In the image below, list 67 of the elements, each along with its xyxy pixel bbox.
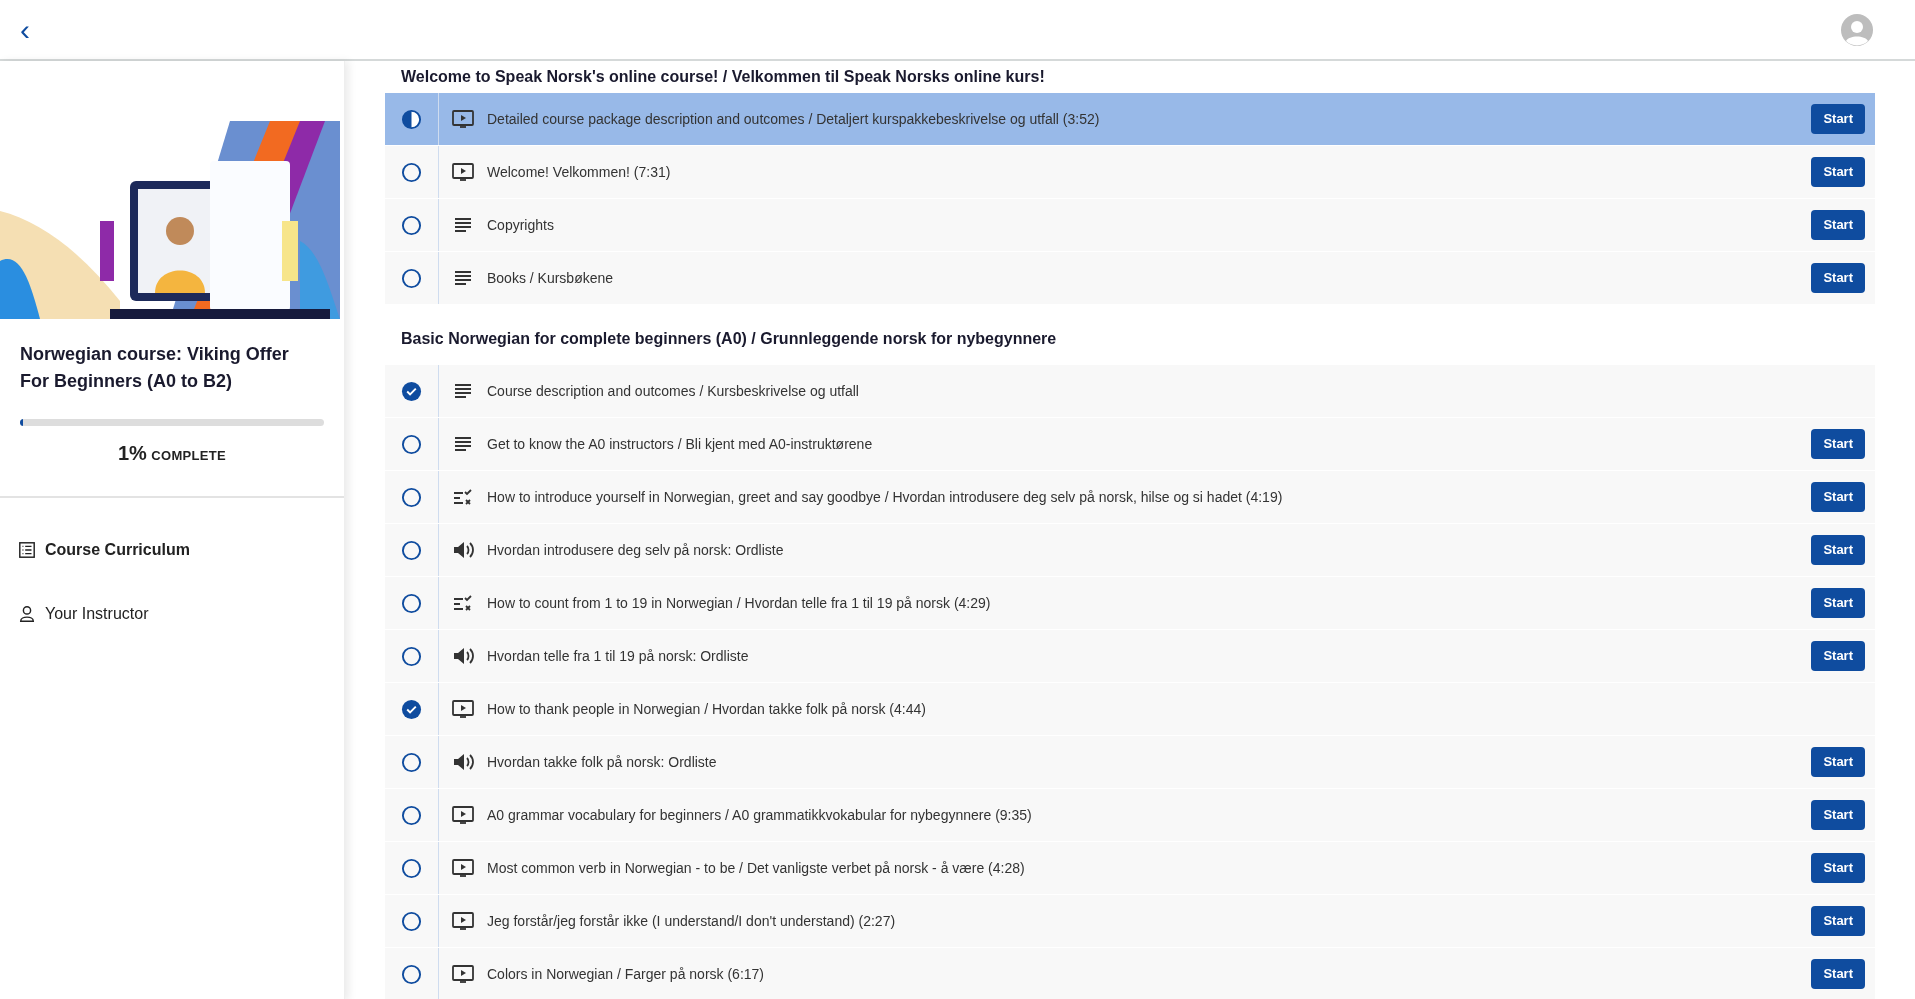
lecture-row[interactable]: Colors in Norwegian / Farger på norsk (6:17) Start — [385, 948, 1875, 999]
start-button[interactable]: Start — [1811, 906, 1865, 936]
speaker-icon — [451, 751, 475, 773]
lecture-title: Detailed course package description and outcomes / Detaljert kurspakkebeskrivelse og utfall (3:52) — [487, 109, 1101, 129]
video-icon — [451, 857, 475, 879]
lecture-row[interactable]: Get to know the A0 instructors / Bli kjent med A0-instruktørene Start — [385, 418, 1875, 471]
lecture-title: Get to know the A0 instructors / Bli kjent med A0-instruktørene — [487, 434, 874, 454]
start-button[interactable]: Start — [1811, 482, 1865, 512]
lecture-row[interactable]: Course description and outcomes / Kursbeskrivelse og utfall — [385, 365, 1875, 418]
person-icon — [18, 605, 36, 623]
lecture-title: A0 grammar vocabulary for beginners / A0 grammatikkvokabular for nybegynnere (9:35) — [487, 805, 1033, 825]
start-button[interactable]: Start — [1811, 263, 1865, 293]
lecture-row[interactable]: Hvordan telle fra 1 til 19 på norsk: Ordliste Start — [385, 630, 1875, 683]
lecture-title: Hvordan introdusere deg selv på norsk: Ordliste — [487, 540, 785, 560]
video-icon — [451, 108, 475, 130]
start-button[interactable]: Start — [1811, 535, 1865, 565]
lecture-title: Welcome! Velkommen! (7:31) — [487, 162, 672, 182]
course-title: Norwegian course: Viking Offer For Beginners (A0 to B2) — [19, 343, 290, 393]
lecture-title: Books / Kursbøkene — [487, 268, 615, 288]
video-icon — [451, 161, 475, 183]
lecture-row[interactable]: How to thank people in Norwegian / Hvordan takke folk på norsk (4:44) — [385, 683, 1875, 736]
lecture-row[interactable]: A0 grammar vocabulary for beginners / A0 grammatikkvokabular for nybegynnere (9:35) Start — [385, 789, 1875, 842]
start-button[interactable]: Start — [1811, 853, 1865, 883]
lecture-row[interactable]: Most common verb in Norwegian - to be / Det vanligste verbet på norsk - å være (4:28) Start — [385, 842, 1875, 895]
lecture-row[interactable]: Welcome! Velkommen! (7:31) Start — [385, 146, 1875, 199]
speaker-icon — [451, 645, 475, 667]
sidebar-nav-link[interactable]: Course Curriculum — [0, 538, 344, 562]
lecture-row[interactable]: Copyrights Start — [385, 199, 1875, 252]
lecture-title: Hvordan takke folk på norsk: Ordliste — [487, 752, 718, 772]
video-icon — [451, 910, 475, 932]
start-button[interactable]: Start — [1811, 588, 1865, 618]
lecture-row[interactable]: Books / Kursbøkene Start — [385, 252, 1875, 305]
section-title: Welcome to Speak Norsk's online course! / Velkommen til Speak Norsks online kurs! — [400, 67, 1046, 87]
progress-label: COMPLETE — [151, 448, 226, 463]
lecture-title: Course description and outcomes / Kursbeskrivelse og utfall — [487, 381, 860, 401]
lecture-row[interactable]: Hvordan introdusere deg selv på norsk: Ordliste Start — [385, 524, 1875, 577]
lecture-title: Jeg forstår/jeg forstår ikke (I understand/I don't understand) (2:27) — [487, 911, 897, 931]
start-button[interactable]: Start — [1811, 800, 1865, 830]
start-button[interactable]: Start — [1811, 429, 1865, 459]
lecture-title: How to introduce yourself in Norwegian, greet and say goodbye / Hvordan introdusere deg selv på norsk, hilse og si hadet (4:19) — [487, 487, 1284, 507]
progress-percent: 1% — [118, 442, 147, 464]
sidebar-nav-link[interactable]: Your Instructor — [0, 602, 344, 626]
video-icon — [451, 804, 475, 826]
back-link[interactable]: ‹ — [16, 14, 34, 45]
start-button[interactable]: Start — [1811, 641, 1865, 671]
lecture-row[interactable]: Jeg forstår/jeg forstår ikke (I understand/I don't understand) (2:27) Start — [385, 895, 1875, 948]
video-icon — [451, 698, 475, 720]
lecture-title: Most common verb in Norwegian - to be / Det vanligste verbet på norsk - å være (4:28) — [487, 858, 1026, 878]
curriculum-icon — [18, 541, 36, 559]
start-button[interactable]: Start — [1811, 104, 1865, 134]
lecture-row[interactable]: Hvordan takke folk på norsk: Ordliste Start — [385, 736, 1875, 789]
start-button[interactable]: Start — [1811, 157, 1865, 187]
speaker-icon — [451, 539, 475, 561]
lecture-title: Hvordan telle fra 1 til 19 på norsk: Ordliste — [487, 646, 750, 666]
start-button[interactable]: Start — [1811, 959, 1865, 989]
lecture-row[interactable]: Detailed course package description and outcomes / Detaljert kurspakkebeskrivelse og utfall (3:52) Start — [385, 93, 1875, 146]
lecture-row[interactable]: How to count from 1 to 19 in Norwegian / Hvordan telle fra 1 til 19 på norsk (4:29) Start — [385, 577, 1875, 630]
section-title: Basic Norwegian for complete beginners (A0) / Grunnleggende norsk for nybegynnere — [400, 329, 1058, 349]
start-button[interactable]: Start — [1811, 210, 1865, 240]
lecture-title: Copyrights — [487, 215, 555, 235]
lecture-title: How to count from 1 to 19 in Norwegian / Hvordan telle fra 1 til 19 på norsk (4:29) — [487, 593, 992, 613]
lecture-title: How to thank people in Norwegian / Hvordan takke folk på norsk (4:44) — [487, 699, 927, 719]
lecture-row[interactable]: How to introduce yourself in Norwegian, greet and say goodbye / Hvordan introdusere deg selv på norsk, hilse og si hadet (4:19) Start — [385, 471, 1875, 524]
lecture-title: Colors in Norwegian / Farger på norsk (6:17) — [487, 964, 765, 984]
video-icon — [451, 963, 475, 985]
start-button[interactable]: Start — [1811, 747, 1865, 777]
avatar-icon[interactable] — [1841, 13, 1873, 46]
